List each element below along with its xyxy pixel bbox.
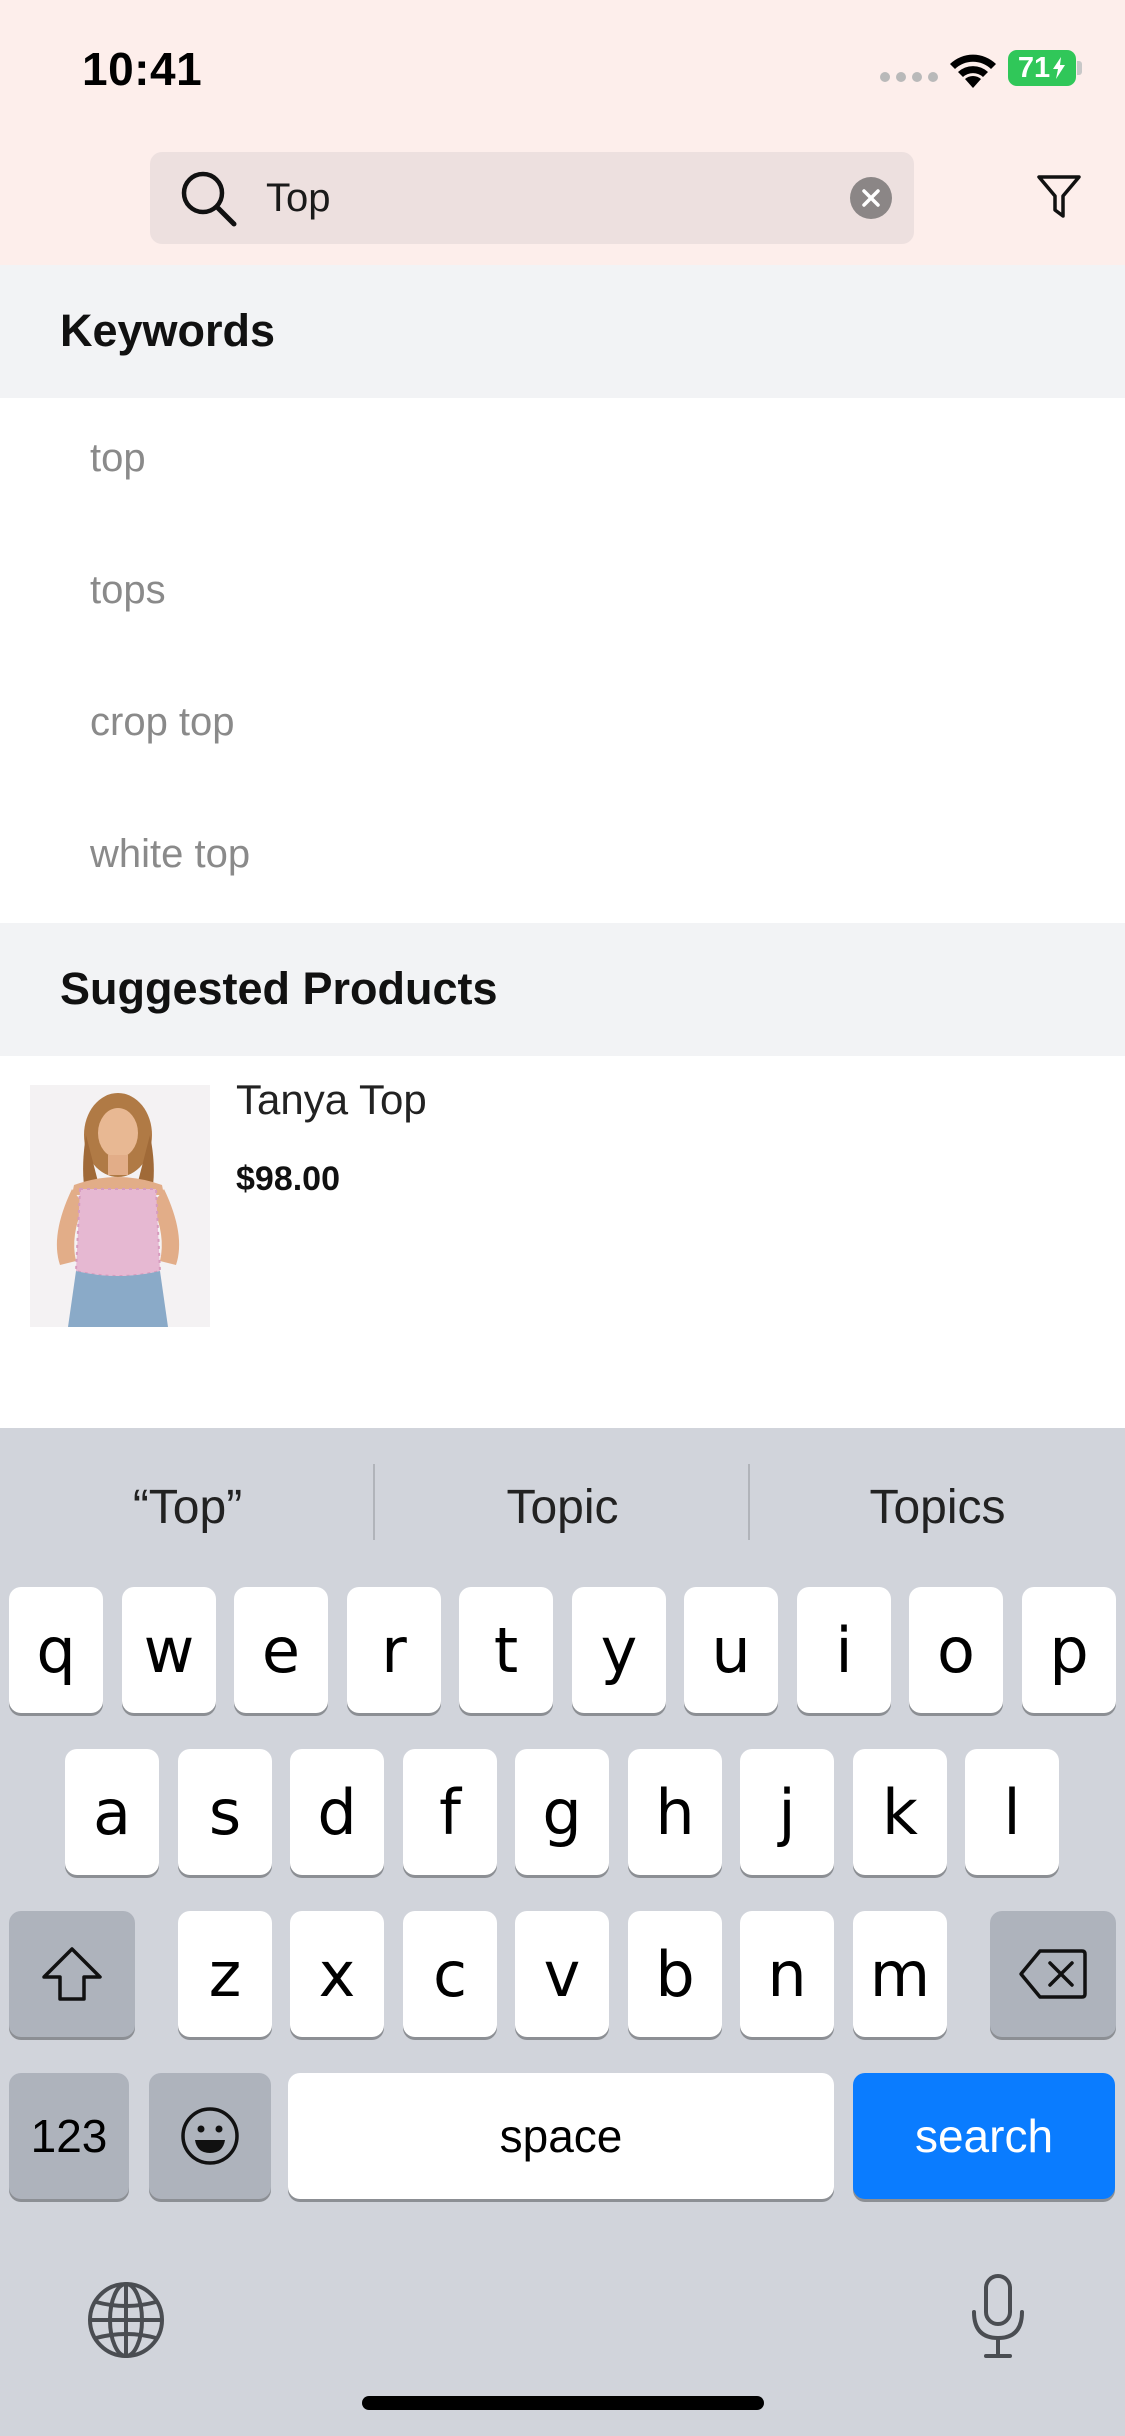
- clear-search-button[interactable]: [850, 177, 892, 219]
- battery-icon: 71: [1008, 50, 1076, 86]
- product-image[interactable]: [30, 1085, 210, 1327]
- battery-tip: [1077, 61, 1082, 75]
- keyword-item[interactable]: tops: [90, 568, 166, 613]
- header: 10:41 71 Top: [0, 0, 1125, 265]
- key-e[interactable]: e: [234, 1587, 328, 1713]
- key-n[interactable]: n: [740, 1911, 834, 2037]
- key-m[interactable]: m: [853, 1911, 947, 2037]
- key-u[interactable]: u: [684, 1587, 778, 1713]
- keyboard-suggestion[interactable]: Topics: [750, 1480, 1125, 1535]
- keywords-header: Keywords: [0, 265, 1125, 398]
- battery-level: 71: [1017, 51, 1051, 84]
- charging-bolt-icon: [1053, 57, 1066, 79]
- key-y[interactable]: y: [572, 1587, 666, 1713]
- emoji-key[interactable]: [149, 2073, 271, 2199]
- key-k[interactable]: k: [853, 1749, 947, 1875]
- search-icon: [181, 171, 237, 227]
- search-input[interactable]: Top: [150, 152, 914, 244]
- key-x[interactable]: x: [290, 1911, 384, 2037]
- backspace-icon: [1019, 1949, 1087, 1999]
- suggested-products-title: Suggested Products: [60, 963, 498, 1014]
- filter-icon[interactable]: [1036, 172, 1082, 222]
- search-query[interactable]: Top: [266, 172, 331, 224]
- key-j[interactable]: j: [740, 1749, 834, 1875]
- emoji-icon: [181, 2107, 239, 2165]
- key-f[interactable]: f: [403, 1749, 497, 1875]
- shift-icon: [42, 1947, 102, 2001]
- product-price: $98.00: [236, 1160, 340, 1198]
- keywords-title: Keywords: [60, 305, 276, 356]
- product-name[interactable]: Tanya Top: [236, 1076, 427, 1124]
- keyword-item[interactable]: top: [90, 436, 146, 481]
- cellular-signal-icon: [880, 72, 938, 82]
- key-a[interactable]: a: [65, 1749, 159, 1875]
- keyboard-suggestion[interactable]: “Top”: [0, 1480, 375, 1535]
- key-s[interactable]: s: [178, 1749, 272, 1875]
- microphone-icon[interactable]: [966, 2272, 1030, 2362]
- space-key[interactable]: space: [288, 2073, 834, 2199]
- key-h[interactable]: h: [628, 1749, 722, 1875]
- key-w[interactable]: w: [122, 1587, 216, 1713]
- search-key[interactable]: search: [853, 2073, 1115, 2199]
- key-p[interactable]: p: [1022, 1587, 1116, 1713]
- key-l[interactable]: l: [965, 1749, 1059, 1875]
- key-d[interactable]: d: [290, 1749, 384, 1875]
- globe-icon[interactable]: [86, 2280, 166, 2360]
- home-indicator: [362, 2396, 764, 2410]
- key-c[interactable]: c: [403, 1911, 497, 2037]
- numbers-key[interactable]: 123: [9, 2073, 129, 2199]
- key-r[interactable]: r: [347, 1587, 441, 1713]
- key-z[interactable]: z: [178, 1911, 272, 2037]
- key-b[interactable]: b: [628, 1911, 722, 2037]
- keyword-item[interactable]: white top: [90, 832, 250, 877]
- keyword-item[interactable]: crop top: [90, 700, 235, 745]
- close-icon: [862, 189, 880, 207]
- key-i[interactable]: i: [797, 1587, 891, 1713]
- key-q[interactable]: q: [9, 1587, 103, 1713]
- shift-key[interactable]: [9, 1911, 135, 2037]
- status-time: 10:41: [82, 43, 203, 95]
- wifi-icon: [950, 54, 996, 88]
- key-t[interactable]: t: [459, 1587, 553, 1713]
- backspace-key[interactable]: [990, 1911, 1116, 2037]
- key-o[interactable]: o: [909, 1587, 1003, 1713]
- key-g[interactable]: g: [515, 1749, 609, 1875]
- key-v[interactable]: v: [515, 1911, 609, 2037]
- keyboard-suggestion[interactable]: Topic: [375, 1480, 750, 1535]
- suggested-products-header: Suggested Products: [0, 923, 1125, 1056]
